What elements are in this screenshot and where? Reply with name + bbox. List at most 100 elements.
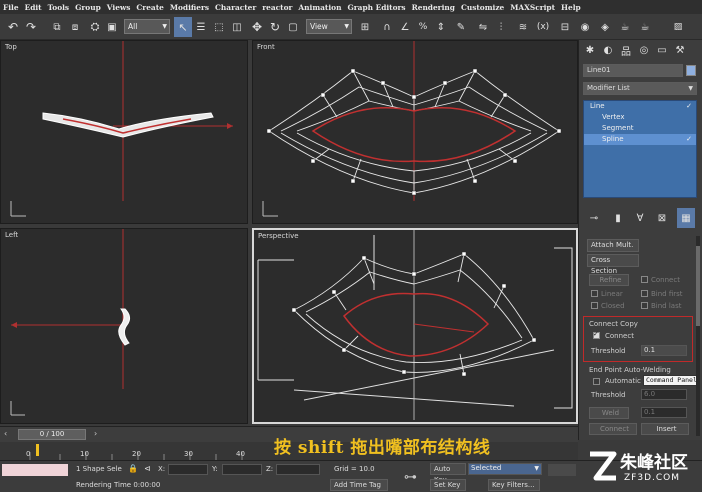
next-frame-icon[interactable]: › (94, 429, 104, 440)
y-coordinate-field[interactable] (222, 464, 262, 475)
remove-modifier-icon[interactable]: ⊠ (653, 208, 671, 228)
bind-space-warp-icon[interactable]: ⛭ (86, 17, 104, 37)
align-icon[interactable]: ⫶ (492, 17, 510, 37)
key-filters-button[interactable]: Key Filters... (488, 479, 540, 491)
prev-frame-icon[interactable]: ‹ (4, 429, 14, 440)
viewport-top[interactable]: Top (0, 40, 248, 224)
key-icon[interactable]: ⊶ (404, 470, 417, 485)
connect-button[interactable]: Connect (589, 423, 637, 435)
reference-coordinate-dropdown[interactable]: View ▼ (306, 19, 352, 34)
select-link-icon[interactable]: ⧉ (48, 17, 66, 37)
object-icon[interactable]: ▣ (104, 17, 120, 37)
window-crossing-icon[interactable]: ◫ (228, 17, 246, 37)
weld-threshold-input[interactable]: 0.1 (641, 407, 687, 418)
lock-icon[interactable]: 🔒 (128, 464, 138, 473)
stack-item-spline[interactable]: Spline ✓ (584, 134, 696, 145)
refine-button[interactable]: Refine (589, 274, 629, 286)
bind-first-checkbox[interactable] (641, 290, 648, 297)
show-end-result-icon[interactable]: ▮ (609, 208, 627, 228)
light-bulb-icon[interactable]: ✓ (686, 134, 692, 145)
time-slider-thumb[interactable]: 0 / 100 (18, 429, 86, 440)
add-time-tag-button[interactable]: Add Time Tag (330, 479, 388, 491)
curve-editor-icon[interactable]: (x) (534, 17, 552, 37)
unlink-icon[interactable]: ⧈ (66, 17, 84, 37)
menu-file[interactable]: File (3, 3, 19, 12)
render-frame-icon[interactable]: ☕ (616, 17, 634, 37)
menu-graph-editors[interactable]: Graph Editors (347, 3, 405, 12)
mirror-icon[interactable]: ⇋ (474, 17, 492, 37)
viewport-front[interactable]: Front (252, 40, 578, 224)
play-controls[interactable] (548, 464, 576, 476)
stack-item-line[interactable]: Line ✓ (584, 101, 696, 112)
stack-item-vertex[interactable]: Vertex (584, 112, 696, 123)
maxscript-listener[interactable] (2, 464, 68, 476)
configure-sets-icon[interactable]: ▦ (677, 208, 695, 228)
menu-rendering[interactable]: Rendering (412, 3, 455, 12)
make-unique-icon[interactable]: ∀ (631, 208, 649, 228)
menu-modifiers[interactable]: Modifiers (170, 3, 209, 12)
create-tab-icon[interactable]: ✱ (581, 40, 599, 60)
viewport-perspective[interactable]: Perspective (252, 228, 578, 424)
named-selection-icon[interactable]: ✎ (452, 17, 470, 37)
viewport-left[interactable]: Left (0, 228, 248, 424)
utilities-tab-icon[interactable]: ⚒ (671, 40, 689, 60)
object-color-swatch[interactable] (686, 65, 696, 76)
motion-tab-icon[interactable]: ◎ (635, 40, 653, 60)
hierarchy-tab-icon[interactable]: 品 (617, 40, 635, 60)
z-coordinate-field[interactable] (276, 464, 320, 475)
pin-stack-icon[interactable]: ⊸ (585, 208, 603, 228)
layer-manager-icon[interactable]: ≋ (514, 17, 532, 37)
linear-checkbox[interactable] (591, 290, 598, 297)
spinner-snap-icon[interactable]: ⇕ (432, 17, 450, 37)
menu-maxscript[interactable]: MAXScript (510, 3, 555, 12)
menu-customize[interactable]: Customize (461, 3, 504, 12)
threshold2-input[interactable]: 6.0 (641, 389, 687, 400)
menu-edit[interactable]: Edit (25, 3, 42, 12)
selection-filter-dropdown[interactable]: All ▼ (124, 19, 170, 34)
menu-help[interactable]: Help (561, 3, 581, 12)
menu-reactor[interactable]: reactor (262, 3, 292, 12)
material-editor-icon[interactable]: ◉ (576, 17, 594, 37)
menu-views[interactable]: Views (107, 3, 131, 12)
attach-mult-button[interactable]: Attach Mult. (587, 239, 639, 252)
rotate-icon[interactable]: ↻ (266, 17, 284, 37)
schematic-view-icon[interactable]: ⊟ (556, 17, 574, 37)
quick-render-icon[interactable]: ☕ (636, 17, 654, 37)
stack-item-segment[interactable]: Segment (584, 123, 696, 134)
bind-last-checkbox[interactable] (641, 302, 648, 309)
percent-snap-icon[interactable]: % (414, 17, 432, 37)
closed-checkbox[interactable] (591, 302, 598, 309)
weld-button[interactable]: Weld (589, 407, 629, 419)
menu-group[interactable]: Group (75, 3, 101, 12)
key-mode-dropdown[interactable]: Selected ▼ (468, 463, 542, 475)
menu-create[interactable]: Create (136, 3, 163, 12)
menu-character[interactable]: Character (215, 3, 256, 12)
light-bulb-icon[interactable]: ✓ (686, 101, 692, 112)
scale-icon[interactable]: ▢ (284, 17, 302, 37)
insert-button[interactable]: Insert (641, 423, 689, 435)
set-key-button[interactable]: Set Key (430, 479, 466, 491)
auto-key-button[interactable]: Auto Key (430, 463, 466, 484)
undo-icon[interactable]: ↶ (4, 17, 22, 37)
redo-icon[interactable]: ↷ (22, 17, 40, 37)
display-tab-icon[interactable]: ▭ (653, 40, 671, 60)
threshold-input[interactable]: 0.1 (641, 345, 687, 356)
modifier-list-dropdown[interactable]: Modifier List ▼ (583, 82, 697, 95)
x-coordinate-field[interactable] (168, 464, 208, 475)
extra-icon[interactable]: ▨ (660, 17, 696, 37)
menu-animation[interactable]: Animation (298, 3, 341, 12)
select-object-icon[interactable]: ↖ (174, 17, 192, 37)
cross-section-button[interactable]: Cross Section (587, 254, 639, 275)
connect-checkbox[interactable] (641, 276, 648, 283)
pivot-icon[interactable]: ⊞ (356, 17, 374, 37)
absolute-mode-icon[interactable]: ⊲ (144, 464, 151, 473)
angle-snap-icon[interactable]: ∠ (396, 17, 414, 37)
snap-toggle-icon[interactable]: ∩ (378, 17, 396, 37)
select-by-name-icon[interactable]: ☰ (192, 17, 210, 37)
object-name-field[interactable]: Line01 (583, 64, 683, 77)
move-icon[interactable]: ✥ (248, 17, 266, 37)
modify-tab-icon[interactable]: ◐ (599, 40, 617, 60)
panel-scrollbar[interactable] (696, 236, 700, 436)
render-setup-icon[interactable]: ◈ (596, 17, 614, 37)
menu-tools[interactable]: Tools (48, 3, 69, 12)
